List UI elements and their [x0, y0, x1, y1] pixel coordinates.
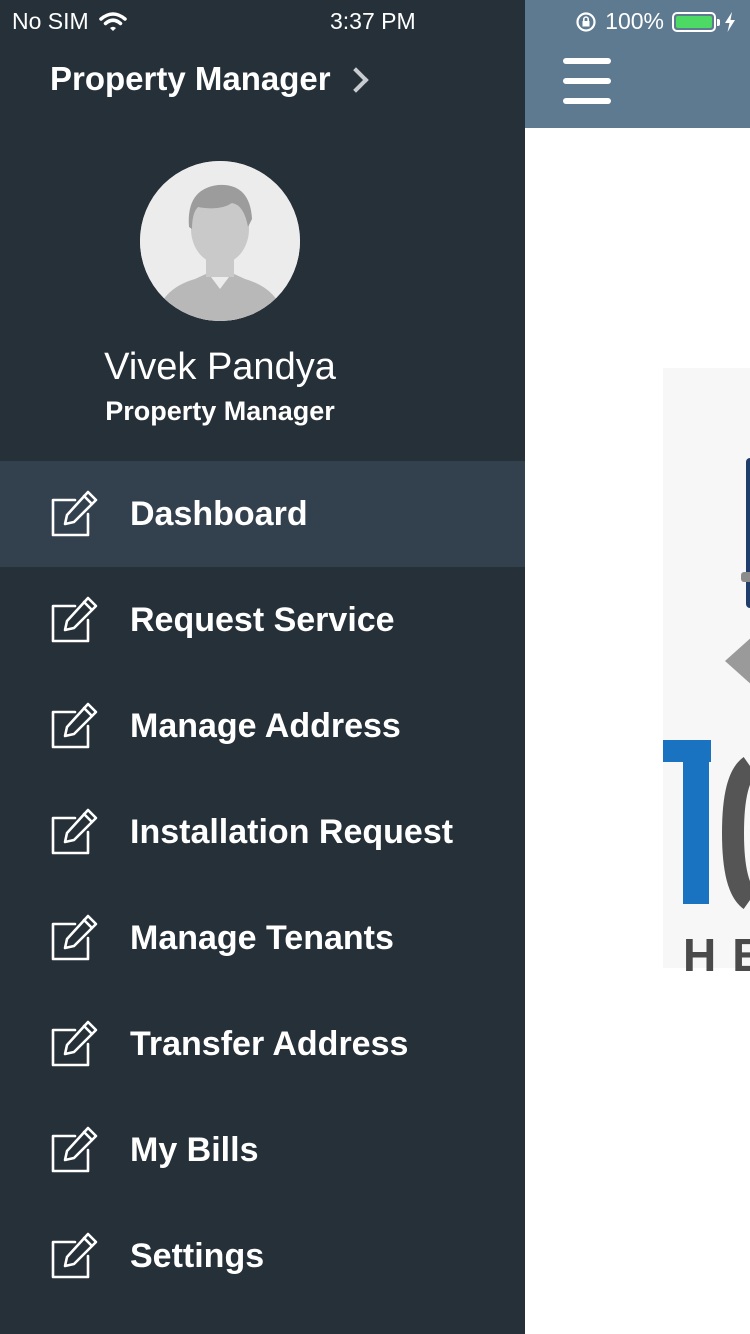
edit-icon — [51, 702, 98, 749]
user-name: Vivek Pandya — [104, 346, 336, 388]
edit-icon — [51, 1232, 98, 1279]
logo-graphic — [663, 458, 750, 909]
menu-item-my-bills[interactable]: My Bills — [0, 1097, 525, 1203]
menu-item-label: Manage Address — [130, 706, 401, 745]
rotation-lock-icon — [576, 11, 596, 32]
edit-icon — [51, 490, 98, 537]
drawer-header-title: Property Manager — [50, 60, 331, 97]
user-role: Property Manager — [105, 396, 335, 426]
company-logo: HEA — [663, 368, 750, 981]
side-drawer: Property Manager Vivek Pandya Property M… — [0, 0, 525, 1334]
edit-icon — [51, 1020, 98, 1067]
edit-icon — [51, 808, 98, 855]
drawer-menu: Dashboard Request Service Manage Address… — [0, 461, 525, 1309]
menu-item-label: Settings — [130, 1236, 265, 1275]
menu-item-label: Request Service — [130, 600, 395, 639]
drawer-header[interactable]: Property Manager — [50, 60, 369, 98]
carrier-label: No SIM — [12, 8, 89, 34]
menu-item-label: My Bills — [130, 1130, 259, 1169]
menu-item-settings[interactable]: Settings — [0, 1203, 525, 1309]
menu-item-manage-address[interactable]: Manage Address — [0, 673, 525, 779]
menu-item-label: Manage Tenants — [130, 918, 394, 957]
menu-item-request-service[interactable]: Request Service — [0, 567, 525, 673]
edit-icon — [51, 914, 98, 961]
status-bar: No SIM 3:37 PM 100% — [0, 0, 750, 40]
avatar[interactable] — [140, 161, 300, 321]
battery-percent: 100% — [605, 8, 664, 34]
menu-item-label: Installation Request — [130, 812, 454, 851]
menu-item-manage-tenants[interactable]: Manage Tenants — [0, 885, 525, 991]
wifi-icon — [98, 11, 127, 31]
bolt-icon — [725, 11, 735, 32]
edit-icon — [51, 596, 98, 643]
menu-item-label: Dashboard — [130, 494, 308, 533]
menu-item-label: Transfer Address — [130, 1024, 409, 1063]
logo-text: HEA — [683, 929, 750, 981]
menu-item-dashboard[interactable]: Dashboard — [0, 461, 525, 567]
battery-icon — [672, 11, 720, 32]
main-content: HEA — [525, 0, 750, 1334]
user-placeholder-icon — [140, 161, 300, 321]
hamburger-icon[interactable] — [563, 58, 611, 108]
menu-item-installation-request[interactable]: Installation Request — [0, 779, 525, 885]
clock: 3:37 PM — [330, 8, 416, 34]
edit-icon — [51, 1126, 98, 1173]
chevron-right-icon — [342, 67, 369, 93]
menu-item-transfer-address[interactable]: Transfer Address — [0, 991, 525, 1097]
